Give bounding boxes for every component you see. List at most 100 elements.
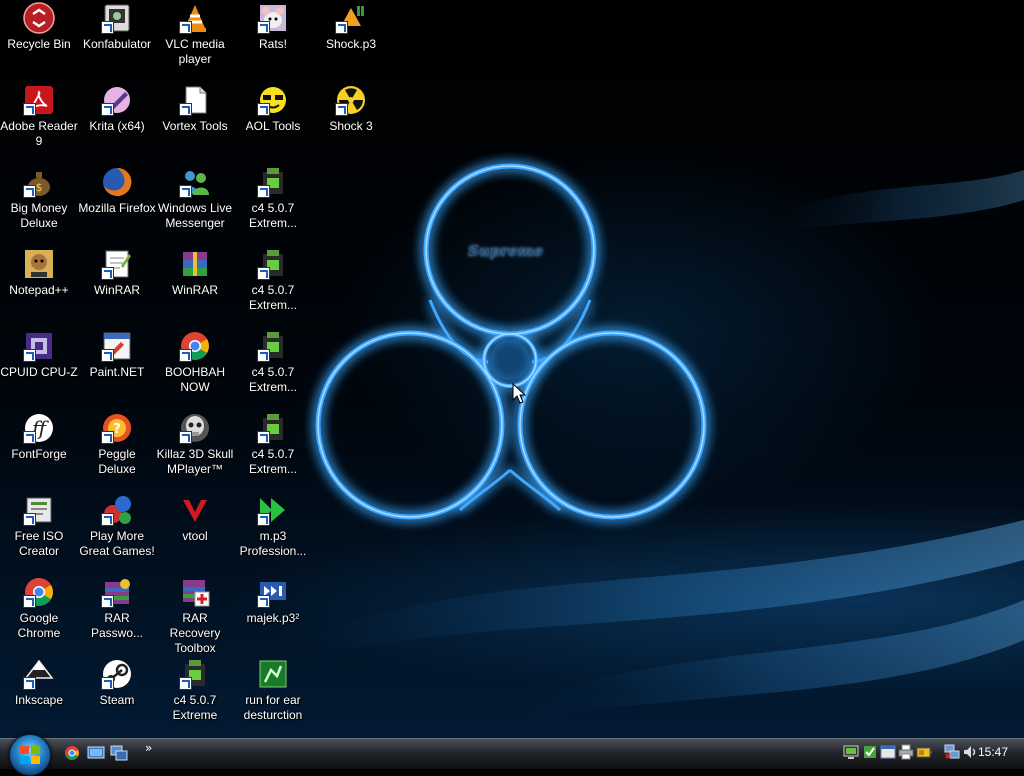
shortcut-arrow-icon (23, 103, 36, 116)
desktop-icon-fontforge[interactable]: ff FontForge (0, 412, 78, 462)
desktop-icon-label: Windows Live Messenger (157, 201, 233, 230)
adobe-reader-icon (23, 84, 55, 116)
wallpaper-supreme-text: Supreme (468, 242, 544, 260)
start-button[interactable] (9, 734, 51, 776)
desktop-icon-c4-extreme-1[interactable]: c4 5.0.7 Extrem... (234, 166, 312, 231)
desktop-icon-m-p3-professional[interactable]: m.p3 Profession... (234, 494, 312, 559)
tray-app-icon (864, 746, 876, 758)
desktop-icon-label: c4 5.0.7 Extreme (172, 693, 218, 722)
desktop-icon-recycle-bin[interactable]: Recycle Bin (0, 2, 78, 52)
desktop-icon-label: Play More Great Games! (79, 529, 155, 558)
desktop-icon-vtool[interactable]: vtool (156, 494, 234, 544)
quick-launch-switch-windows[interactable] (110, 745, 128, 761)
shortcut-arrow-icon (335, 21, 348, 34)
tray-app[interactable] (862, 744, 878, 760)
printer-icon (898, 744, 914, 760)
desktop-icon-adobe-reader[interactable]: Adobe Reader 9 (0, 84, 78, 149)
desktop-icon-winrar[interactable]: WinRAR WinRAR (156, 248, 234, 298)
shortcut-arrow-icon (179, 677, 192, 690)
desktop-icon-run-for-ear-desturction[interactable]: run for ear desturction (234, 658, 312, 723)
desktop-icon-krita[interactable]: Krita (x64) (78, 84, 156, 134)
desktop-icon-notepad-plus-plus[interactable]: WinRAR (78, 248, 156, 298)
shortcut-arrow-icon (179, 21, 192, 34)
tray-network-monitor[interactable] (843, 744, 859, 760)
shortcut-arrow-icon (179, 431, 192, 444)
tray-volume[interactable] (962, 744, 978, 760)
chrome-icon (23, 576, 55, 608)
desktop-icon-rar-recovery-toolbox[interactable]: RAR Recovery Toolbox (156, 576, 234, 656)
firefox-icon (101, 166, 133, 198)
desktop-icon-label: Mozilla Firefox (78, 201, 156, 215)
volume-icon (964, 746, 976, 758)
desktop-icon-label: Google Chrome (17, 611, 61, 640)
shortcut-arrow-icon (257, 21, 270, 34)
desktop-icon-steam[interactable]: Steam (78, 658, 156, 708)
radiation-icon (335, 84, 367, 116)
desktop-icon-shock-3[interactable]: Shock 3 (312, 84, 390, 134)
desktop-icon-vortex-tools[interactable]: Vortex Tools (156, 84, 234, 134)
quick-launch-show-desktop[interactable] (87, 745, 105, 761)
desktop-icon-label: Konfabulator (82, 37, 152, 51)
shock-p3-icon (335, 2, 367, 34)
tray-battery[interactable] (916, 744, 932, 760)
desktop-icon-shock-p3[interactable]: Shock.p3 (312, 2, 390, 52)
desktop-icon-label: run for ear desturction (243, 693, 303, 722)
desktop-icon-big-money-deluxe[interactable]: $ Big Money Deluxe (0, 166, 78, 231)
tray-window[interactable] (880, 744, 896, 760)
c4-icon (257, 330, 289, 362)
desktop-icon-aol-tools[interactable]: AOL Tools (234, 84, 312, 134)
desktop-icon-windows-live-messenger[interactable]: Windows Live Messenger (156, 166, 234, 231)
desktop-icon-label: FontForge (11, 447, 67, 461)
c4-icon (257, 248, 289, 280)
shortcut-arrow-icon (101, 349, 114, 362)
desktop-icon-boohbah-now[interactable]: BOOHBAH NOW (156, 330, 234, 395)
shortcut-arrow-icon (257, 431, 270, 444)
desktop-icon-label: VLC media player (165, 37, 225, 66)
shortcut-arrow-icon (23, 677, 36, 690)
desktop[interactable]: Supreme Recycle Bin Adobe Reader 9 $ Big… (0, 0, 1024, 738)
desktop-icon-cpuid-cpu-z[interactable]: CPUID CPU-Z (0, 330, 78, 380)
desktop-icon-label: Killaz 3D Skull MPlayer™ (156, 447, 234, 476)
quick-launch-chrome[interactable] (64, 745, 82, 761)
tray-printer[interactable] (898, 744, 914, 760)
desktop-icon-c4-extreme-2[interactable]: c4 5.0.7 Extrem... (234, 248, 312, 313)
cpu-z-icon (23, 330, 55, 362)
vtool-icon (179, 494, 211, 526)
desktop-icon-google-chrome[interactable]: Google Chrome (0, 576, 78, 641)
quick-launch-overflow-button[interactable]: » (145, 741, 152, 755)
mp3-pro-icon (257, 494, 289, 526)
desktop-icon-c4-extreme-3[interactable]: c4 5.0.7 Extrem... (234, 330, 312, 395)
desktop-icon-mozilla-firefox[interactable]: Mozilla Firefox (78, 166, 156, 216)
show-desktop-icon (87, 746, 105, 759)
shortcut-arrow-icon (23, 349, 36, 362)
shortcut-arrow-icon (23, 595, 36, 608)
desktop-icon-vlc-media-player[interactable]: VLC media player (156, 2, 234, 67)
desktop-icon-label: Recycle Bin (7, 37, 71, 51)
desktop-icon-label: WinRAR (171, 283, 218, 297)
desktop-icon-label: Free ISO Creator (14, 529, 64, 558)
desktop-icon-peggle-deluxe[interactable]: ? Peggle Deluxe (78, 412, 156, 477)
desktop-icon-konfabulator[interactable]: Konfabulator (78, 2, 156, 52)
vortex-tools-icon (179, 84, 211, 116)
desktop-icon-chomikbox[interactable]: Notepad++ (0, 248, 78, 298)
desktop-icon-killaz-3d-skull-mplayer[interactable]: Killaz 3D Skull MPlayer™ (156, 412, 234, 477)
desktop-icon-label: Shock.p3 (325, 37, 377, 51)
desktop-icon-label: RAR Passwo... (90, 611, 144, 640)
desktop-icon-label: majek.p3² (246, 611, 300, 625)
desktop-icon-c4-5-0-7-extreme[interactable]: c4 5.0.7 Extreme (156, 658, 234, 723)
tray-network[interactable] (944, 744, 960, 760)
network-monitor-icon (843, 745, 859, 759)
desktop-icon-label: Paint.NET (89, 365, 145, 379)
desktop-icon-c4-extreme-4[interactable]: c4 5.0.7 Extrem... (234, 412, 312, 477)
desktop-icon-inkscape[interactable]: Inkscape (0, 658, 78, 708)
desktop-icon-free-iso-creator[interactable]: Free ISO Creator (0, 494, 78, 559)
desktop-icon-play-more-great-games[interactable]: Play More Great Games! (78, 494, 156, 559)
desktop-icon-rar-password[interactable]: RAR Passwo... (78, 576, 156, 641)
desktop-icon-paint-net[interactable]: Paint.NET (78, 330, 156, 380)
desktop-icon-label: m.p3 Profession... (239, 529, 307, 558)
desktop-icon-rats[interactable]: Rats! (234, 2, 312, 52)
switch-windows-icon (110, 745, 128, 761)
desktop-icon-majek-p3[interactable]: majek.p3² (234, 576, 312, 626)
majek-icon (257, 576, 289, 608)
taskbar-clock[interactable]: 15:47 (978, 745, 1008, 759)
